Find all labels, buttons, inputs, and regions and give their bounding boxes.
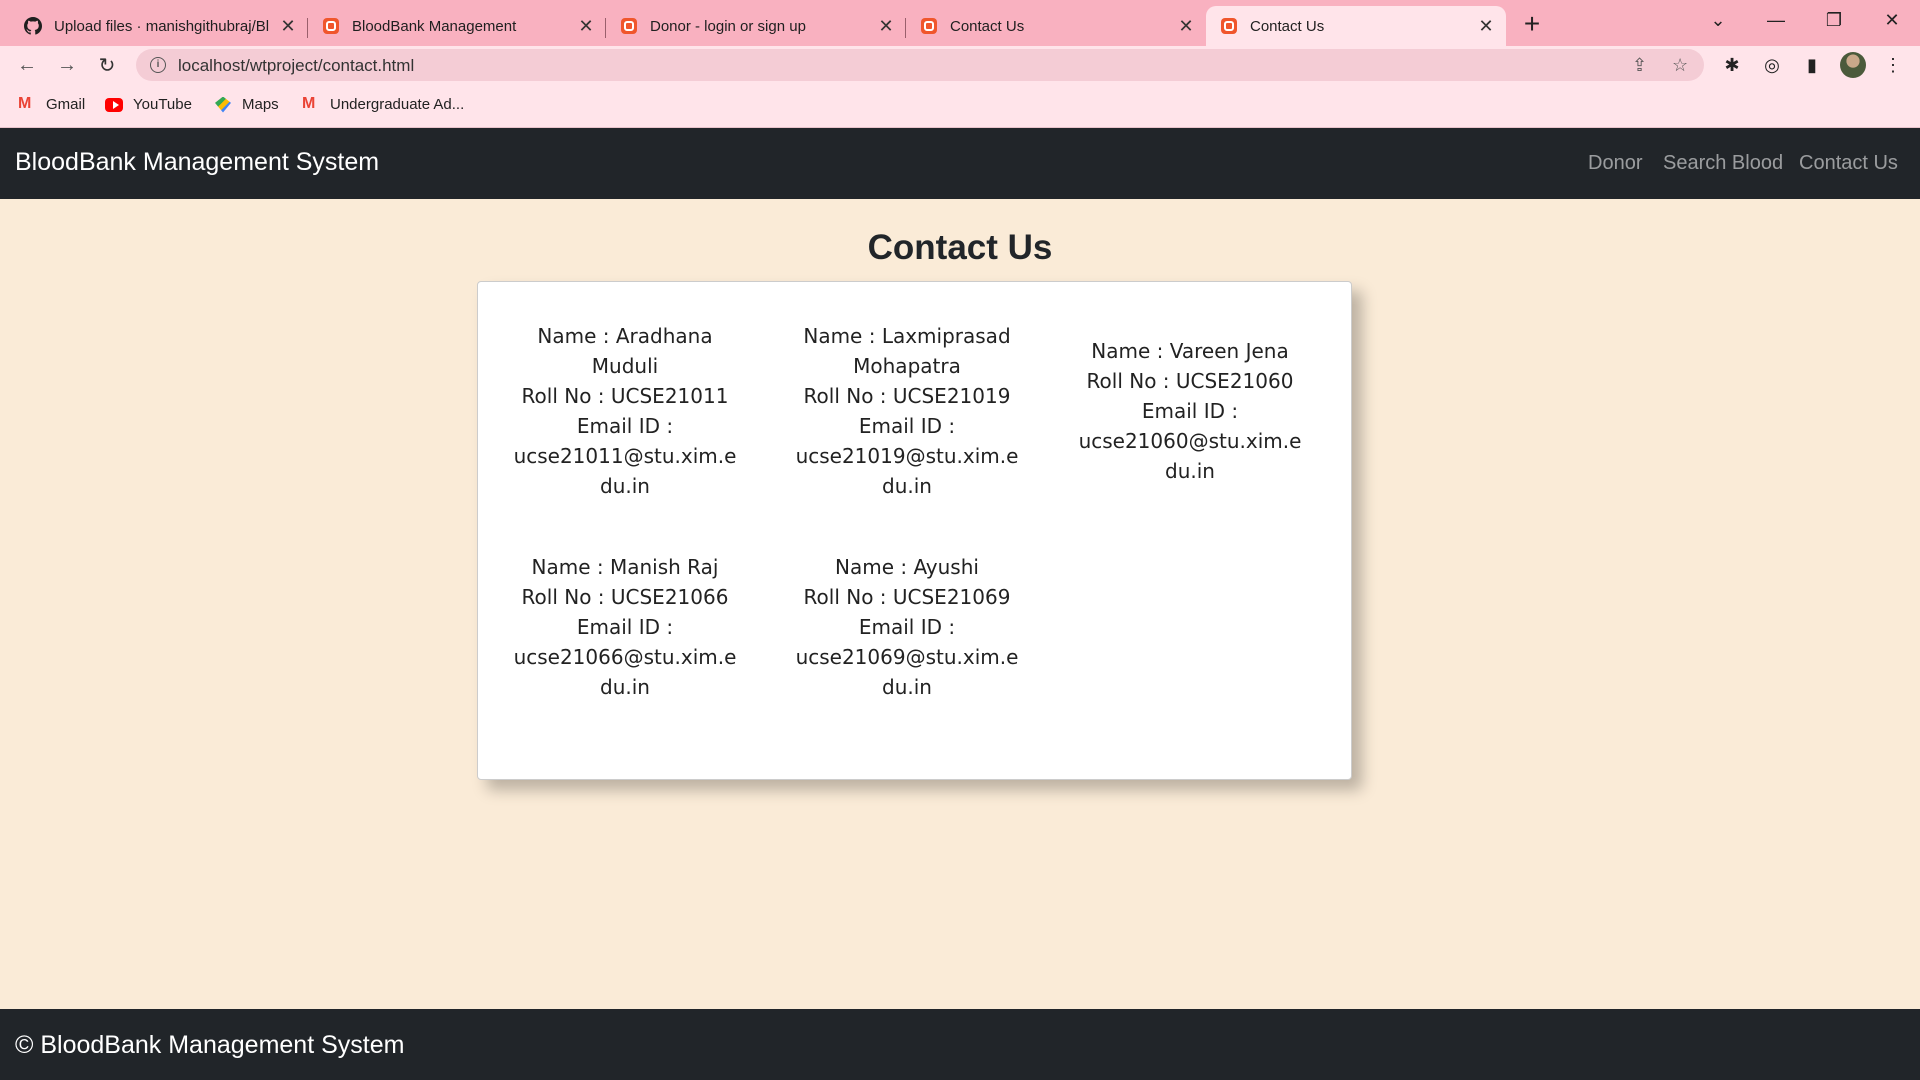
member-email: ucse21019@stu.xim.edu.in bbox=[795, 444, 1019, 498]
member-roll: Roll No : UCSE21019 bbox=[803, 384, 1011, 408]
tab-title: BloodBank Management bbox=[352, 17, 517, 35]
tab-contact-us-active[interactable]: Contact Us ✕ bbox=[1206, 6, 1506, 46]
bookmark-maps[interactable]: Maps bbox=[214, 96, 279, 113]
nav-link-contact-us[interactable]: Contact Us bbox=[1799, 152, 1898, 175]
bookmark-gmail[interactable]: Gmail bbox=[18, 95, 86, 113]
forward-button[interactable]: → bbox=[52, 50, 82, 80]
tab-bloodbank-management[interactable]: BloodBank Management ✕ bbox=[308, 6, 606, 46]
share-icon[interactable]: ⇪ bbox=[1632, 55, 1647, 76]
member-name: Name : Aradhana Muduli bbox=[537, 324, 713, 378]
member-email-label: Email ID : bbox=[576, 615, 674, 639]
maps-icon bbox=[214, 96, 232, 113]
window-close-button[interactable]: ✕ bbox=[1864, 0, 1920, 40]
member-card: Name : Laxmiprasad Mohapatra Roll No : U… bbox=[791, 321, 1023, 501]
site-footer: © BloodBank Management System bbox=[0, 1009, 1920, 1080]
xampp-icon bbox=[322, 17, 340, 35]
github-icon bbox=[24, 17, 42, 35]
member-roll: Roll No : UCSE21060 bbox=[1086, 369, 1294, 393]
member-name: Name : Ayushi bbox=[835, 555, 979, 579]
tab-github-upload[interactable]: Upload files · manishgithubraj/Bl ✕ bbox=[10, 6, 308, 46]
close-icon[interactable]: ✕ bbox=[1176, 16, 1196, 36]
browser-toolbar: ← → ↻ i localhost/wtproject/contact.html… bbox=[0, 46, 1920, 84]
footer-text: © BloodBank Management System bbox=[15, 1031, 405, 1059]
member-name: Name : Vareen Jena bbox=[1091, 339, 1289, 363]
member-card: Name : Ayushi Roll No : UCSE21069 Email … bbox=[791, 552, 1023, 702]
youtube-icon bbox=[105, 97, 123, 113]
member-email: ucse21069@stu.xim.edu.in bbox=[795, 645, 1019, 699]
bookmark-star-icon[interactable]: ☆ bbox=[1672, 55, 1688, 76]
member-email-label: Email ID : bbox=[1141, 399, 1239, 423]
nav-link-donor[interactable]: Donor bbox=[1588, 152, 1642, 175]
minimize-button[interactable]: — bbox=[1748, 0, 1804, 40]
member-email-label: Email ID : bbox=[858, 615, 956, 639]
contact-card: Name : Aradhana Muduli Roll No : UCSE210… bbox=[477, 281, 1352, 780]
close-icon[interactable]: ✕ bbox=[876, 16, 896, 36]
reload-button[interactable]: ↻ bbox=[92, 50, 122, 80]
bookmark-youtube[interactable]: YouTube bbox=[105, 96, 192, 113]
bookmark-undergraduate[interactable]: Undergraduate Ad... bbox=[302, 95, 465, 113]
performance-icon[interactable]: ◎ bbox=[1759, 52, 1785, 78]
member-email: ucse21060@stu.xim.edu.in bbox=[1078, 429, 1302, 483]
gmail-icon bbox=[18, 95, 36, 113]
restore-button[interactable]: ❐ bbox=[1806, 0, 1862, 40]
new-tab-button[interactable]: + bbox=[1518, 8, 1546, 39]
member-card: Name : Vareen Jena Roll No : UCSE21060 E… bbox=[1074, 336, 1306, 486]
member-roll: Roll No : UCSE21069 bbox=[803, 585, 1011, 609]
member-name: Name : Manish Raj bbox=[531, 555, 719, 579]
tab-contact-us[interactable]: Contact Us ✕ bbox=[906, 6, 1206, 46]
bookmark-label: YouTube bbox=[133, 96, 192, 113]
menu-kebab-icon[interactable]: ⋮ bbox=[1880, 52, 1906, 78]
xampp-icon bbox=[920, 17, 938, 35]
member-email: ucse21011@stu.xim.edu.in bbox=[513, 444, 737, 498]
address-bar[interactable]: i localhost/wtproject/contact.html ⇪ ☆ bbox=[136, 49, 1704, 81]
bookmarks-bar: Gmail YouTube Maps Undergraduate Ad... bbox=[0, 84, 1920, 128]
extensions-icon[interactable]: ✱ bbox=[1719, 52, 1745, 78]
site-navbar: BloodBank Management System Donor Search… bbox=[0, 128, 1920, 199]
tab-title: Donor - login or sign up bbox=[650, 17, 806, 35]
close-icon[interactable]: ✕ bbox=[1476, 16, 1496, 36]
profile-avatar[interactable] bbox=[1840, 52, 1866, 78]
gmail-icon bbox=[302, 95, 320, 113]
tab-donor-login[interactable]: Donor - login or sign up ✕ bbox=[606, 6, 906, 46]
tab-title: Upload files · manishgithubraj/Bl bbox=[54, 17, 270, 35]
xampp-icon bbox=[1220, 17, 1238, 35]
close-icon[interactable]: ✕ bbox=[576, 16, 596, 36]
side-panel-icon[interactable]: ▮ bbox=[1799, 52, 1825, 78]
url-text[interactable]: localhost/wtproject/contact.html bbox=[178, 56, 414, 76]
xampp-icon bbox=[620, 17, 638, 35]
member-card: Name : Aradhana Muduli Roll No : UCSE210… bbox=[509, 321, 741, 501]
nav-link-search-blood[interactable]: Search Blood bbox=[1663, 152, 1783, 175]
site-info-icon[interactable]: i bbox=[150, 57, 166, 73]
page-title: Contact Us bbox=[867, 228, 1053, 267]
tab-title: Contact Us bbox=[1250, 17, 1325, 35]
member-email-label: Email ID : bbox=[576, 414, 674, 438]
bookmark-label: Maps bbox=[242, 96, 279, 113]
member-roll: Roll No : UCSE21011 bbox=[521, 384, 729, 408]
member-name: Name : Laxmiprasad Mohapatra bbox=[803, 324, 1011, 378]
browser-tab-strip: Upload files · manishgithubraj/Bl ✕ Bloo… bbox=[0, 0, 1920, 46]
member-card: Name : Manish Raj Roll No : UCSE21066 Em… bbox=[509, 552, 741, 702]
bookmark-label: Gmail bbox=[46, 96, 86, 113]
site-brand[interactable]: BloodBank Management System bbox=[15, 148, 379, 177]
tab-search-chevron-icon[interactable]: ⌄ bbox=[1690, 0, 1746, 40]
bookmark-label: Undergraduate Ad... bbox=[330, 96, 465, 113]
member-email: ucse21066@stu.xim.edu.in bbox=[513, 645, 737, 699]
tab-title: Contact Us bbox=[950, 17, 1025, 35]
close-icon[interactable]: ✕ bbox=[278, 16, 298, 36]
back-button[interactable]: ← bbox=[12, 50, 42, 80]
member-email-label: Email ID : bbox=[858, 414, 956, 438]
member-roll: Roll No : UCSE21066 bbox=[521, 585, 729, 609]
